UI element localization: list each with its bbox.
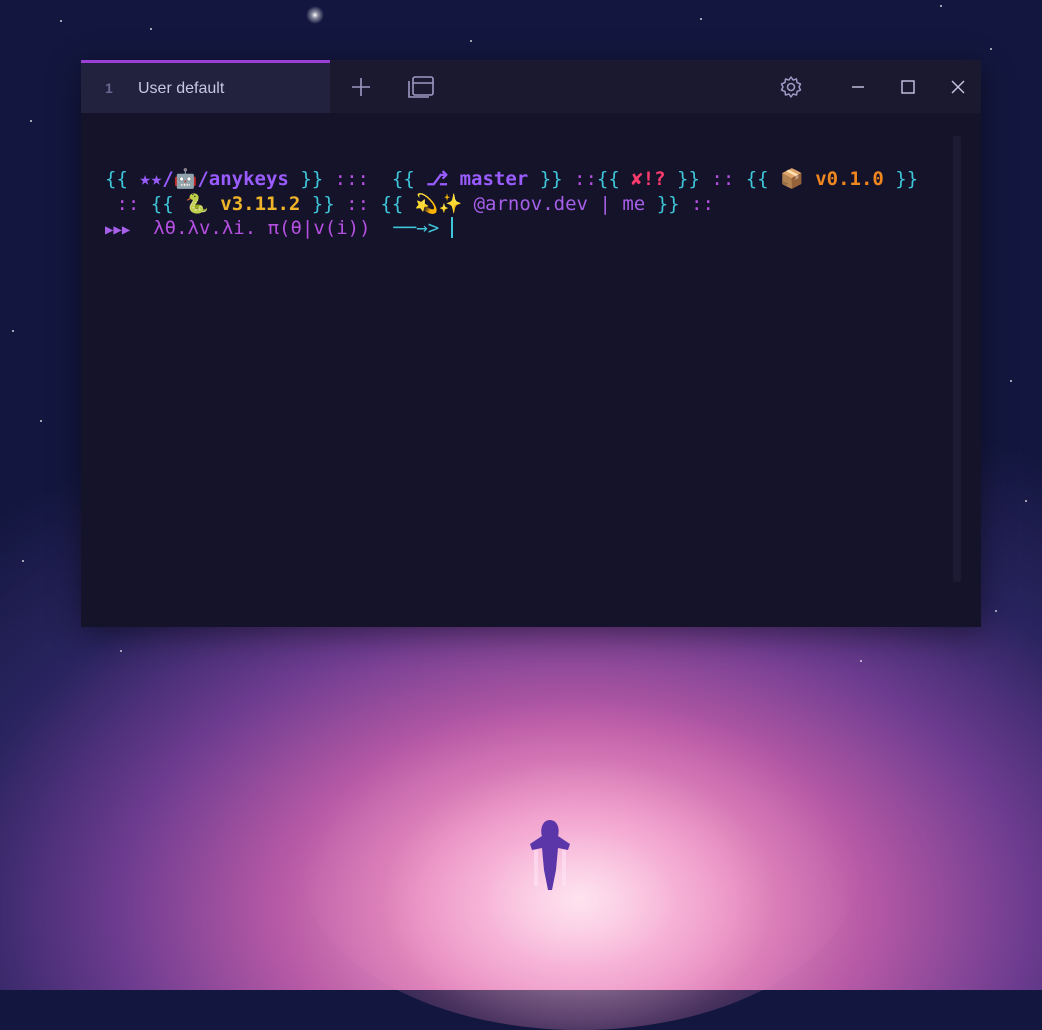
brace: {{ — [596, 168, 620, 190]
path-stars: ★★ — [139, 168, 163, 190]
tab-title: User default — [138, 80, 225, 97]
star — [940, 5, 942, 7]
plus-icon — [352, 78, 370, 96]
separator: :: — [711, 168, 735, 190]
star — [860, 660, 862, 662]
terminal-window: 1 User default {{★★/🤖/anykeys}}::: {{… — [81, 60, 981, 627]
pi-text: π(θ|v(i)) — [267, 217, 371, 239]
prompt-line-3: ▶▶▶ λθ.λv.λi. π(θ|v(i)) ──→> — [105, 217, 453, 239]
git-status: ✘!? — [631, 168, 666, 190]
tab-user-default[interactable]: 1 User default — [81, 60, 330, 113]
tab-index: 1 — [105, 80, 113, 96]
minimize-button[interactable] — [840, 70, 876, 104]
star — [12, 330, 14, 332]
scrollbar[interactable] — [953, 136, 961, 582]
maximize-icon — [901, 80, 915, 94]
separator: :: — [346, 193, 370, 215]
brace: }} — [656, 193, 680, 215]
star — [1010, 380, 1012, 382]
prompt-line-1: {{ ★★/🤖/anykeys }} ::: {{ ⎇ master }} ::… — [105, 167, 918, 190]
star — [150, 28, 152, 30]
sparkle-icon: 💫✨ — [414, 193, 463, 215]
tab-switcher-button[interactable] — [403, 70, 439, 104]
brace: }} — [677, 168, 700, 190]
robot-icon: 🤖 — [173, 168, 198, 190]
path-name: /anykeys — [197, 168, 289, 190]
user-suffix: me — [622, 193, 646, 215]
gear-icon — [780, 76, 802, 98]
title-bar: 1 User default — [81, 60, 981, 113]
star — [990, 48, 992, 50]
star — [30, 120, 32, 122]
prompt-arrows: ▶▶▶ — [105, 222, 131, 238]
prompt-line-2: :: {{ 🐍 v3.11.2 }} :: {{ 💫✨ @arnov.dev |… — [105, 192, 714, 215]
maximize-button[interactable] — [890, 70, 926, 104]
brace: {{ — [380, 193, 404, 215]
separator: :: — [574, 168, 597, 190]
python-icon: 🐍 — [185, 193, 209, 215]
close-icon — [951, 80, 965, 94]
text-cursor — [450, 217, 453, 238]
brace: {{ — [391, 168, 415, 190]
package-icon: 📦 — [780, 168, 804, 190]
separator: :: — [691, 193, 714, 215]
jetpack-figure — [530, 820, 570, 890]
brace: }} — [895, 168, 919, 190]
minimize-icon — [852, 86, 864, 88]
brace: }} — [300, 168, 324, 190]
path-separator: / — [162, 168, 174, 190]
pipe-separator: | — [599, 193, 611, 215]
brace: }} — [539, 168, 563, 190]
separator: :: — [116, 193, 140, 215]
star-flare — [306, 6, 324, 24]
python-version: v3.11.2 — [220, 193, 301, 215]
brace: {{ — [150, 193, 174, 215]
brace: {{ — [105, 168, 128, 190]
star — [60, 20, 62, 22]
git-branch: master — [459, 168, 529, 190]
light-portal — [300, 700, 860, 1030]
package-version: v0.1.0 — [815, 168, 884, 190]
star — [995, 610, 997, 612]
prompt-arrow: ──→> — [393, 217, 440, 239]
new-tab-button[interactable] — [343, 70, 379, 104]
star — [40, 420, 42, 422]
brace: {{ — [745, 168, 769, 190]
brace: }} — [311, 193, 335, 215]
star — [120, 650, 122, 652]
username: @arnov.dev — [473, 193, 588, 215]
settings-button[interactable] — [773, 70, 809, 104]
separator: ::: — [334, 168, 369, 190]
close-button[interactable] — [940, 70, 976, 104]
lambda-text: λθ.λv.λi. — [153, 217, 257, 239]
windows-icon — [408, 76, 434, 98]
terminal-pane[interactable]: {{ ★★/🤖/anykeys }} ::: {{ ⎇ master }} ::… — [81, 113, 951, 627]
star — [1025, 500, 1027, 502]
star — [470, 40, 472, 42]
git-branch-icon: ⎇ — [426, 168, 449, 190]
star — [700, 18, 702, 20]
star — [22, 560, 24, 562]
